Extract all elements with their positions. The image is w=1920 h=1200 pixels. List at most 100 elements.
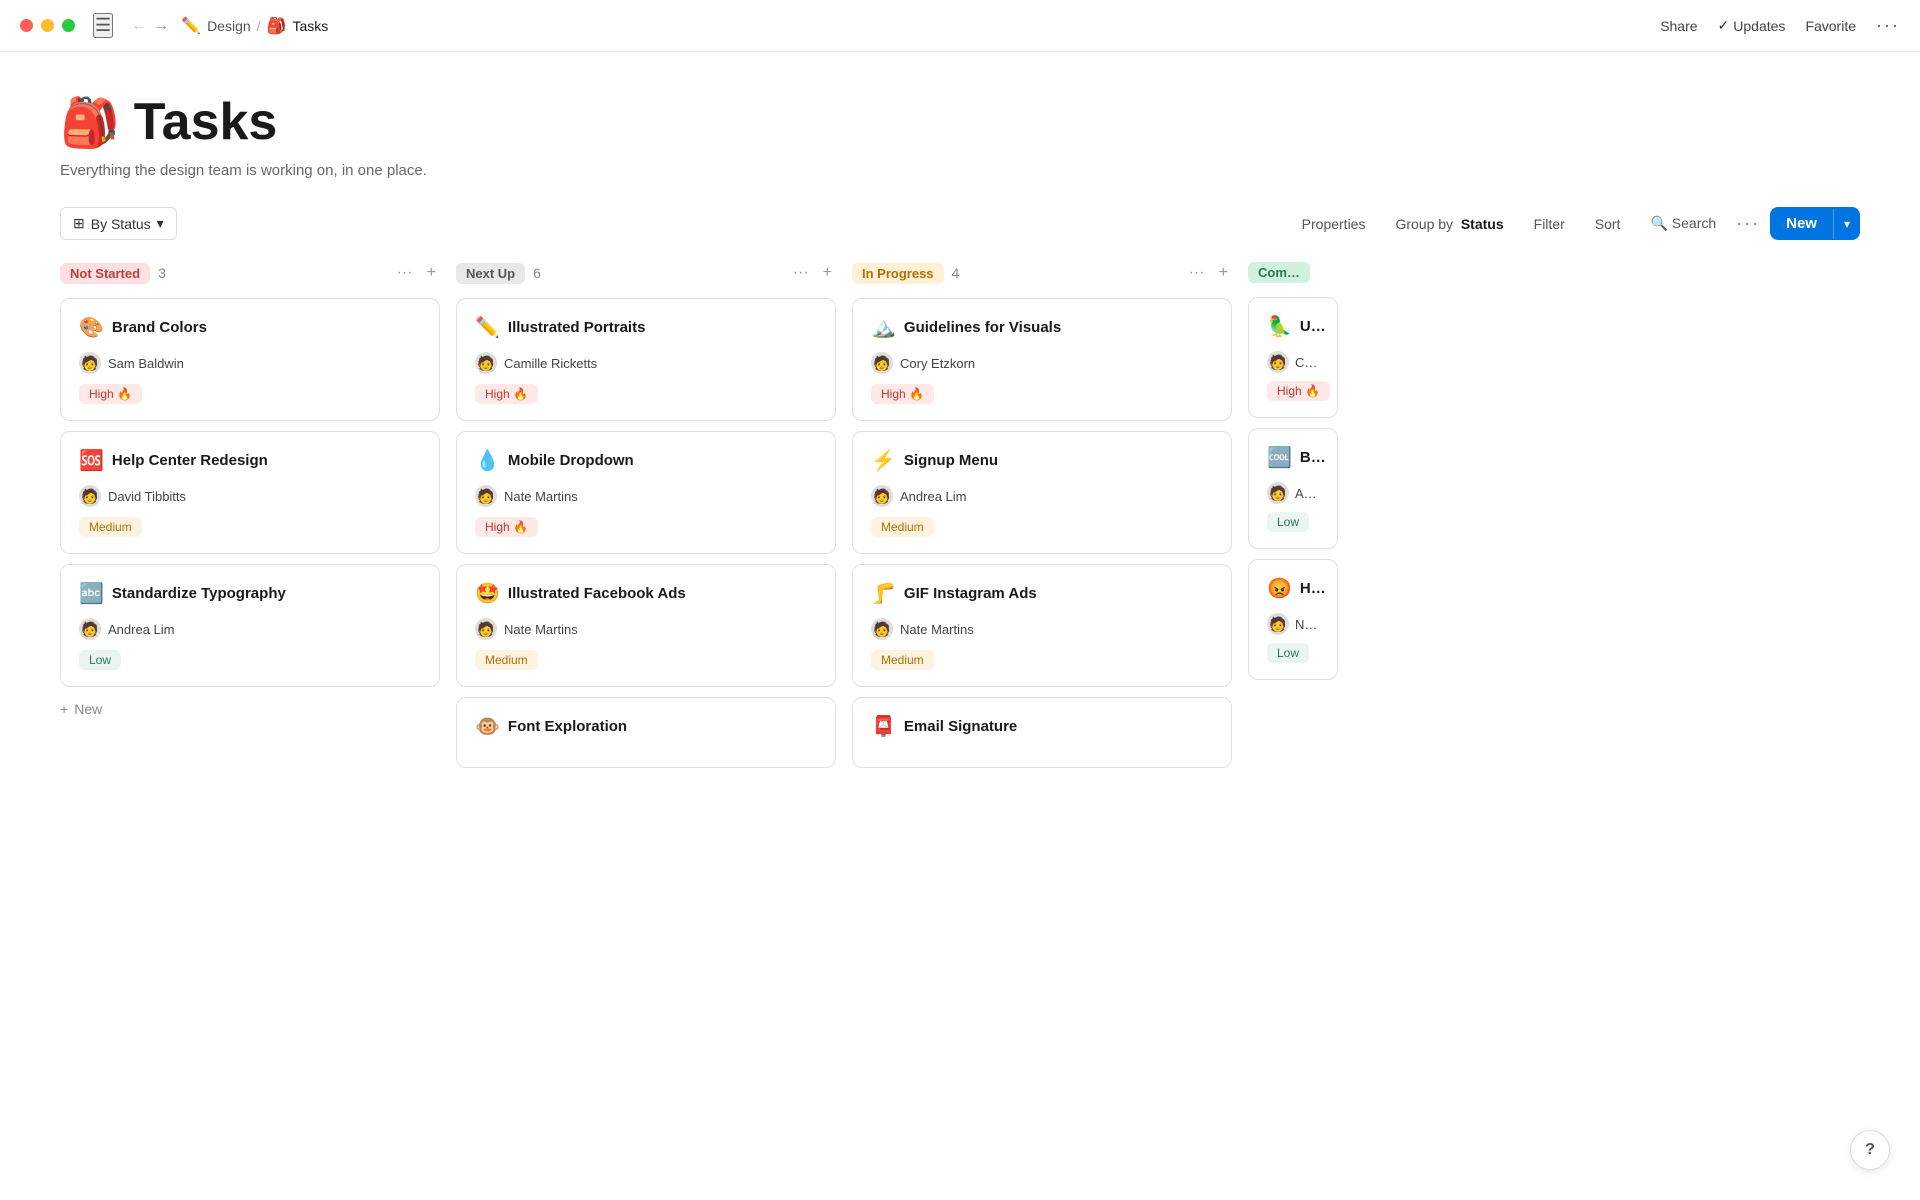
search-icon: 🔍: [1650, 215, 1667, 231]
card-complete-3[interactable]: 😡 H… 🧑 N… Low: [1248, 559, 1338, 680]
card-emoji: 💧: [475, 448, 500, 473]
column-count-in-progress: 4: [952, 265, 960, 281]
favorite-button[interactable]: Favorite: [1805, 18, 1856, 34]
card-illustrated-facebook-ads[interactable]: 🤩 Illustrated Facebook Ads 🧑 Nate Martin…: [456, 564, 836, 687]
check-icon: ✓: [1718, 17, 1730, 34]
view-selector-button[interactable]: ⊞ By Status ▾: [60, 207, 177, 240]
card-guidelines-for-visuals[interactable]: 🏔️ Guidelines for Visuals 🧑 Cory Etzkorn…: [852, 298, 1232, 421]
avatar: 🧑: [79, 618, 101, 640]
priority-badge: Medium: [871, 650, 934, 670]
card-title: Signup Menu: [904, 452, 998, 469]
card-title-row: 🐵 Font Exploration: [475, 714, 817, 739]
breadcrumb-separator: /: [257, 18, 261, 34]
column-actions-in-progress: ··· +: [1185, 262, 1232, 284]
view-label: By Status: [91, 216, 151, 232]
card-help-center-redesign[interactable]: 🆘 Help Center Redesign 🧑 David Tibbitts …: [60, 431, 440, 554]
priority-badge: Low: [1267, 512, 1309, 532]
share-label: Share: [1660, 18, 1697, 34]
card-assignee: 🧑 N…: [1267, 613, 1319, 635]
column-count-not-started: 3: [158, 265, 166, 281]
assignee-name: Nate Martins: [900, 622, 974, 637]
card-assignee: 🧑 Sam Baldwin: [79, 352, 421, 374]
avatar: 🧑: [475, 485, 497, 507]
more-button[interactable]: ···: [1876, 15, 1900, 36]
add-new-label: New: [74, 701, 102, 717]
card-complete-1[interactable]: 🦜 U… 🧑 C… High 🔥: [1248, 297, 1338, 418]
card-title: Brand Colors: [112, 319, 207, 336]
card-signup-menu[interactable]: ⚡ Signup Menu 🧑 Andrea Lim Medium: [852, 431, 1232, 554]
close-button[interactable]: [20, 19, 33, 32]
card-title-row: 🔤 Standardize Typography: [79, 581, 421, 606]
design-icon: ✏️: [181, 16, 201, 36]
avatar: 🧑: [871, 485, 893, 507]
column-next-up: Next Up 6 ··· + ✏️ Illustrated Portraits…: [456, 262, 836, 778]
column-add-next-up[interactable]: +: [819, 262, 836, 284]
card-font-exploration[interactable]: 🐵 Font Exploration: [456, 697, 836, 768]
card-title: Mobile Dropdown: [508, 452, 634, 469]
card-brand-colors[interactable]: 🎨 Brand Colors 🧑 Sam Baldwin High 🔥: [60, 298, 440, 421]
card-title-row: 🏔️ Guidelines for Visuals: [871, 315, 1213, 340]
column-in-progress: In Progress 4 ··· + 🏔️ Guidelines for Vi…: [852, 262, 1232, 778]
titlebar: ☰ ← → ✏️ Design / 🎒 Tasks Share ✓ Update…: [0, 0, 1920, 52]
card-assignee: 🧑 Andrea Lim: [79, 618, 421, 640]
toolbar-more-button[interactable]: ···: [1736, 213, 1760, 234]
grid-icon: ⊞: [73, 215, 85, 232]
card-illustrated-portraits[interactable]: ✏️ Illustrated Portraits 🧑 Camille Ricke…: [456, 298, 836, 421]
plus-icon: +: [60, 701, 68, 717]
traffic-lights: [20, 19, 75, 32]
column-more-in-progress[interactable]: ···: [1185, 262, 1209, 284]
page-content: 🎒 Tasks Everything the design team is wo…: [0, 52, 1920, 798]
properties-button[interactable]: Properties: [1292, 210, 1376, 238]
menu-button[interactable]: ☰: [93, 13, 113, 38]
card-email-signature[interactable]: 📮 Email Signature: [852, 697, 1232, 768]
breadcrumb-design[interactable]: Design: [207, 18, 251, 34]
card-assignee: 🧑 Cory Etzkorn: [871, 352, 1213, 374]
column-actions-next-up: ··· +: [789, 262, 836, 284]
card-emoji: 🦵: [871, 581, 896, 606]
help-button[interactable]: ?: [1850, 1130, 1890, 1170]
maximize-button[interactable]: [62, 19, 75, 32]
search-label: Search: [1672, 215, 1716, 231]
filter-button[interactable]: Filter: [1524, 210, 1575, 238]
card-standardize-typography[interactable]: 🔤 Standardize Typography 🧑 Andrea Lim Lo…: [60, 564, 440, 687]
column-header-not-started: Not Started 3 ··· +: [60, 262, 440, 284]
new-button-caret[interactable]: ▾: [1833, 209, 1860, 239]
group-by-value: Status: [1461, 216, 1504, 232]
card-title: Email Signature: [904, 718, 1017, 735]
toolbar: ⊞ By Status ▾ Properties Group by Status…: [60, 207, 1860, 240]
search-button[interactable]: 🔍 Search: [1640, 209, 1726, 238]
card-emoji: 🐵: [475, 714, 500, 739]
page-subtitle: Everything the design team is working on…: [60, 162, 1860, 179]
column-add-not-started[interactable]: +: [423, 262, 440, 284]
column-add-in-progress[interactable]: +: [1215, 262, 1232, 284]
avatar: 🧑: [1267, 482, 1289, 504]
priority-badge: High 🔥: [475, 384, 538, 404]
add-new-not-started[interactable]: + New: [60, 697, 440, 721]
card-emoji: 🆒: [1267, 445, 1292, 470]
card-complete-2[interactable]: 🆒 B… 🧑 A… Low: [1248, 428, 1338, 549]
card-assignee: 🧑 Nate Martins: [475, 618, 817, 640]
card-emoji: 🤩: [475, 581, 500, 606]
card-emoji: 🎨: [79, 315, 104, 340]
group-by-button[interactable]: Group by Status: [1385, 210, 1513, 238]
column-more-not-started[interactable]: ···: [393, 262, 417, 284]
new-button[interactable]: New: [1770, 207, 1833, 240]
card-title-row: 🤩 Illustrated Facebook Ads: [475, 581, 817, 606]
column-more-next-up[interactable]: ···: [789, 262, 813, 284]
card-mobile-dropdown[interactable]: 💧 Mobile Dropdown 🧑 Nate Martins High 🔥: [456, 431, 836, 554]
minimize-button[interactable]: [41, 19, 54, 32]
column-not-started: Not Started 3 ··· + 🎨 Brand Colors 🧑 Sam…: [60, 262, 440, 778]
share-button[interactable]: Share: [1660, 18, 1697, 34]
card-title-row: ✏️ Illustrated Portraits: [475, 315, 817, 340]
card-title: Guidelines for Visuals: [904, 319, 1061, 336]
nav-arrows: ← →: [131, 17, 169, 35]
updates-button[interactable]: ✓ Updates: [1718, 17, 1786, 34]
card-gif-instagram-ads[interactable]: 🦵 GIF Instagram Ads 🧑 Nate Martins Mediu…: [852, 564, 1232, 687]
sort-label: Sort: [1595, 216, 1621, 232]
card-title: B…: [1300, 449, 1326, 466]
assignee-name: N…: [1295, 617, 1317, 632]
forward-button[interactable]: →: [153, 17, 169, 35]
back-button[interactable]: ←: [131, 17, 147, 35]
avatar: 🧑: [475, 352, 497, 374]
sort-button[interactable]: Sort: [1585, 210, 1631, 238]
